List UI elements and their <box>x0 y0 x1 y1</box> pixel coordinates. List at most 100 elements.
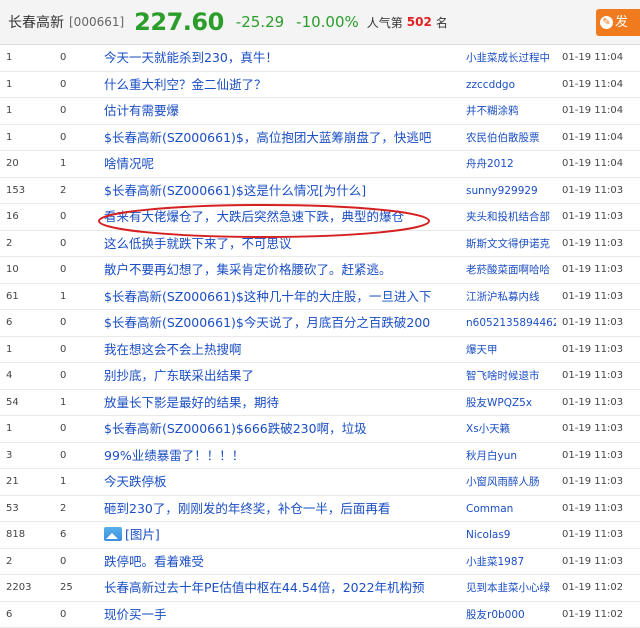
read-count: 1 <box>6 125 56 151</box>
author-link[interactable]: 小韭菜成长过程中 <box>466 45 556 71</box>
post-title-link[interactable]: 跌停吧。看着难受 <box>104 549 460 575</box>
post-title-link[interactable]: $长春高新(SZ000661)$666跌破230啊，垃圾 <box>104 416 460 442</box>
post-title-link[interactable]: 今天跌停板 <box>104 469 460 495</box>
current-price: 227.60 <box>134 8 224 36</box>
author-link[interactable]: 夹头和投机结合部 <box>466 204 556 230</box>
post-title-link[interactable]: 别抄底，广东联采出结果了 <box>104 363 460 389</box>
read-count: 1 <box>6 45 56 71</box>
author-link[interactable]: 斯斯文文得伊诺克 <box>466 231 556 257</box>
author-link[interactable]: 股友WPQZ5x <box>466 390 556 416</box>
post-row[interactable]: 532砸到230了，刚刚发的年终奖，补仓一半，后面再看Comman01-19 1… <box>0 496 640 523</box>
post-row[interactable]: 220325长春高新过去十年PE估值中枢在44.54倍，2022年机构预见到本韭… <box>0 575 640 602</box>
post-row[interactable]: 100散户不要再幻想了，集采肯定价格腰砍了。赶紧逃。老菸酸菜面啊哈哈01-19 … <box>0 257 640 284</box>
post-title-link[interactable]: 砸到230了，刚刚发的年终奖，补仓一半，后面再看 <box>104 496 460 522</box>
post-row[interactable]: 20跌停吧。看着难受小韭菜198701-19 11:03 <box>0 549 640 576</box>
post-title-link[interactable]: 放量长下影是最好的结果，期待 <box>104 390 460 416</box>
author-link[interactable]: 秋月白yun <box>466 443 556 469</box>
author-link[interactable]: zzccddgo <box>466 72 556 98</box>
post-time: 01-19 11:03 <box>562 337 638 363</box>
read-count: 10 <box>6 257 56 283</box>
reply-count: 6 <box>60 522 96 548</box>
post-row[interactable]: 10什么重大利空？金二仙逝了？zzccddgo01-19 11:04 <box>0 72 640 99</box>
post-title-link[interactable]: 看来有大佬爆仓了，大跌后突然急速下跌，典型的爆仓 <box>104 204 460 230</box>
author-link[interactable]: 老菸酸菜面啊哈哈 <box>466 257 556 283</box>
post-row[interactable]: 611$长春高新(SZ000661)$这种几十年的大庄股，一旦进入下江浙沪私募内… <box>0 284 640 311</box>
reply-count: 0 <box>60 98 96 124</box>
author-link[interactable]: 江浙沪私募内线 <box>466 284 556 310</box>
post-row[interactable]: 60$长春高新(SZ000661)$今天说了，月底百分之百跌破200n60521… <box>0 310 640 337</box>
post-row[interactable]: 10今天一天就能杀到230，真牛！小韭菜成长过程中01-19 11:04 <box>0 45 640 72</box>
post-title-link[interactable]: $长春高新(SZ000661)$这种几十年的大庄股，一旦进入下 <box>104 284 460 310</box>
author-link[interactable]: 股友r0b000 <box>466 602 556 628</box>
post-row[interactable]: 160看来有大佬爆仓了，大跌后突然急速下跌，典型的爆仓夹头和投机结合部01-19… <box>0 204 640 231</box>
post-row[interactable]: 20这么低换手就跌下来了，不可思议斯斯文文得伊诺克01-19 11:03 <box>0 231 640 258</box>
post-time: 01-19 11:03 <box>562 549 638 575</box>
read-count: 21 <box>6 469 56 495</box>
author-link[interactable]: 舟舟2012 <box>466 151 556 177</box>
post-row[interactable]: 10我在想这会不会上热搜啊爆天甲01-19 11:03 <box>0 337 640 364</box>
post-row[interactable]: 3099%业绩暴雷了！！！！秋月白yun01-19 11:03 <box>0 443 640 470</box>
reply-count: 0 <box>60 231 96 257</box>
read-count: 818 <box>6 522 56 548</box>
post-row[interactable]: 10估计有需要爆并不糊涂鸦01-19 11:04 <box>0 98 640 125</box>
post-title-link[interactable]: 今天一天就能杀到230，真牛！ <box>104 45 460 71</box>
post-title-link[interactable]: 散户不要再幻想了，集采肯定价格腰砍了。赶紧逃。 <box>104 257 460 283</box>
reply-count: 0 <box>60 602 96 628</box>
author-link[interactable]: 智飞啥时候退市 <box>466 363 556 389</box>
post-row[interactable]: 201啥情况呢舟舟201201-19 11:04 <box>0 151 640 178</box>
author-link[interactable]: 小窗风雨醉人肠 <box>466 469 556 495</box>
author-link[interactable]: 见到本韭菜小心绿 <box>466 575 556 601</box>
stock-header: 长春高新 [000661] 227.60 -25.29 -10.00% 人气第 … <box>0 0 640 45</box>
post-row[interactable]: 211今天跌停板小窗风雨醉人肠01-19 11:03 <box>0 469 640 496</box>
post-row[interactable]: 541放量长下影是最好的结果，期待股友WPQZ5x01-19 11:03 <box>0 390 640 417</box>
author-link[interactable]: n605213589446210 <box>466 310 556 336</box>
post-title-link[interactable]: $长春高新(SZ000661)$，高位抱团大蓝筹崩盘了，快逃吧 <box>104 125 460 151</box>
reply-count: 0 <box>60 416 96 442</box>
popularity-rank: 502 <box>407 15 432 29</box>
post-time: 01-19 11:03 <box>562 257 638 283</box>
author-link[interactable]: 农民伯伯散股票 <box>466 125 556 151</box>
author-link[interactable]: sunny929929 <box>466 178 556 204</box>
post-row[interactable]: 60现价买一手股友r0b00001-19 11:02 <box>0 602 640 628</box>
post-row[interactable]: 10$长春高新(SZ000661)$666跌破230啊，垃圾Xs小天籁01-19… <box>0 416 640 443</box>
post-title-link[interactable]: 现价买一手 <box>104 602 460 628</box>
post-title-link[interactable]: $长春高新(SZ000661)$今天说了，月底百分之百跌破200 <box>104 310 460 336</box>
post-title-link[interactable]: [图片] <box>104 522 460 548</box>
post-row[interactable]: 40别抄底，广东联采出结果了智飞啥时候退市01-19 11:03 <box>0 363 640 390</box>
author-link[interactable]: Xs小天籁 <box>466 416 556 442</box>
post-row[interactable]: 1532$长春高新(SZ000661)$这是什么情况[为什么]sunny9299… <box>0 178 640 205</box>
reply-count: 0 <box>60 363 96 389</box>
reply-count: 1 <box>60 469 96 495</box>
post-row[interactable]: 10 $长春高新(SZ000661)$，高位抱团大蓝筹崩盘了，快逃吧农民伯伯散股票… <box>0 125 640 152</box>
author-link[interactable]: 并不糊涂鸦 <box>466 98 556 124</box>
read-count: 3 <box>6 443 56 469</box>
post-title-link[interactable]: 什么重大利空？金二仙逝了？ <box>104 72 460 98</box>
post-title-link[interactable]: 99%业绩暴雷了！！！！ <box>104 443 460 469</box>
author-link[interactable]: 爆天甲 <box>466 337 556 363</box>
stock-name[interactable]: 长春高新 <box>8 12 64 32</box>
post-title-link[interactable]: 我在想这会不会上热搜啊 <box>104 337 460 363</box>
author-link[interactable]: 小韭菜1987 <box>466 549 556 575</box>
post-title-link[interactable]: 这么低换手就跌下来了，不可思议 <box>104 231 460 257</box>
post-button-label: 发 <box>615 15 628 30</box>
post-button[interactable]: ✎发 <box>596 9 640 36</box>
reply-count: 2 <box>60 178 96 204</box>
author-link[interactable]: Nicolas9 <box>466 522 556 548</box>
reply-count: 25 <box>60 575 96 601</box>
reply-count: 0 <box>60 310 96 336</box>
post-time: 01-19 11:03 <box>562 204 638 230</box>
read-count: 2 <box>6 231 56 257</box>
post-title-link[interactable]: 啥情况呢 <box>104 151 460 177</box>
post-time: 01-19 11:03 <box>562 522 638 548</box>
post-time: 01-19 11:04 <box>562 125 638 151</box>
reply-count: 0 <box>60 125 96 151</box>
reply-count: 0 <box>60 443 96 469</box>
author-link[interactable]: Comman <box>466 496 556 522</box>
post-row[interactable]: 8186 [图片] Nicolas901-19 11:03 <box>0 522 640 549</box>
pencil-icon: ✎ <box>600 16 613 29</box>
post-time: 01-19 11:03 <box>562 390 638 416</box>
post-title-link[interactable]: $长春高新(SZ000661)$这是什么情况[为什么] <box>104 178 460 204</box>
post-title-link[interactable]: 估计有需要爆 <box>104 98 460 124</box>
post-title-link[interactable]: 长春高新过去十年PE估值中枢在44.54倍，2022年机构预 <box>104 575 460 601</box>
post-title-text: [图片] <box>125 527 160 542</box>
